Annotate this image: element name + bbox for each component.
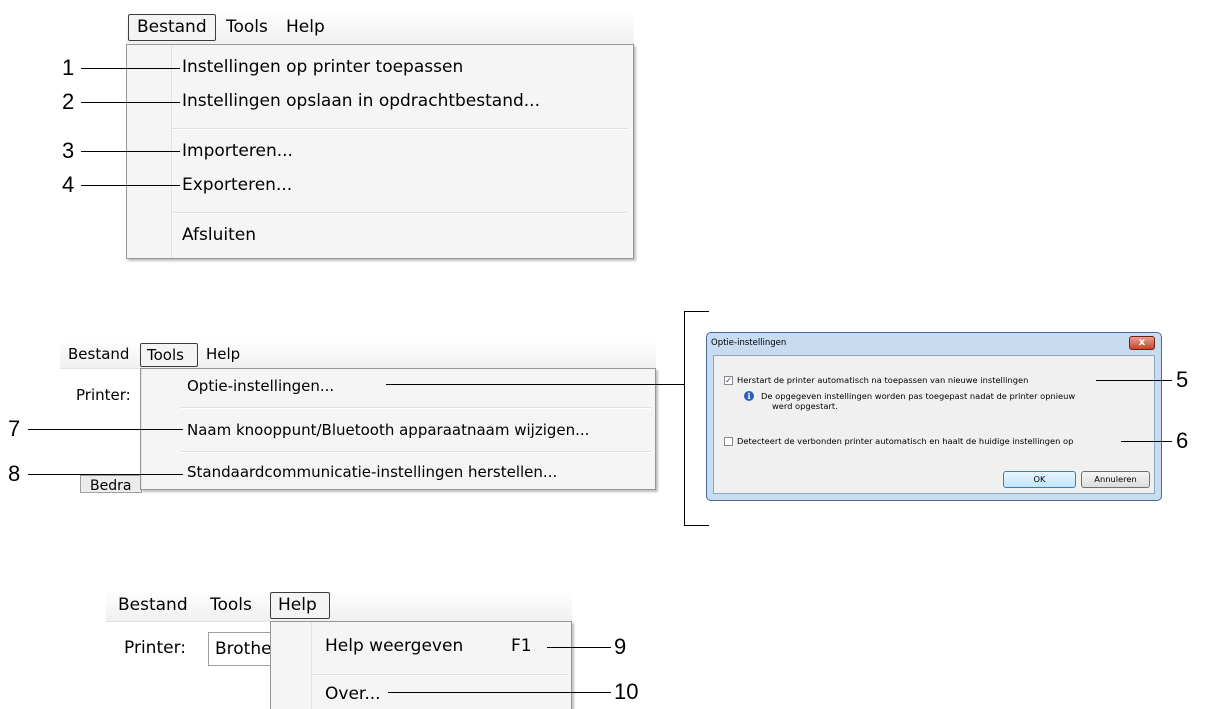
close-icon[interactable]: x [1129,336,1155,350]
menu-tools[interactable]: Tools [210,594,252,616]
restart-printer-checkbox[interactable]: ✓ [724,376,733,385]
menu-item-exit[interactable]: Afsluiten [182,225,256,245]
printer-label: Printer: [124,638,186,658]
callout-4: 4 [62,172,75,197]
menu-item-restore-defaults[interactable]: Standaardcommunicatie-instellingen herst… [187,463,557,481]
menu-bestand[interactable]: Bestand [118,594,188,616]
bracket-top [684,311,709,312]
menu-separator [173,212,627,214]
callout-6: 6 [1176,428,1189,453]
ok-button[interactable]: OK [1003,471,1076,488]
callout-line-3 [81,151,180,152]
menu-tools[interactable]: Tools [226,15,268,40]
callout-line-8 [28,474,183,475]
info-icon: i [744,391,754,401]
menubar-2: Bestand Tools Help [60,340,656,369]
menu-help[interactable]: Help [270,592,330,619]
callout-7: 7 [8,416,21,441]
restart-printer-label: Herstart de printer automatisch na toepa… [737,375,1029,385]
menu-separator [313,674,567,676]
menu-item-apply-settings[interactable]: Instellingen op printer toepassen [182,57,463,77]
callout-8: 8 [8,461,21,486]
restart-note-line2: werd opgestart. [772,401,838,411]
menu-help[interactable]: Help [206,344,240,364]
menu-item-export[interactable]: Exporteren... [182,175,292,195]
dialog-body: ✓ Herstart de printer automatisch na toe… [713,355,1155,494]
callout-line-4 [81,185,180,186]
menu-item-rename-node[interactable]: Naam knooppunt/Bluetooth apparaatnaam wi… [187,421,589,439]
callout-line-7 [28,429,183,430]
menubar-1: Bestand Tools Help [126,10,634,45]
callout-line-2 [81,102,180,103]
menu-separator [173,128,627,130]
menu-separator [181,451,651,453]
menu-item-import[interactable]: Importeren... [182,141,293,161]
callout-line-option-settings [386,384,684,385]
detect-printer-label: Detecteert de verbonden printer automati… [737,436,1074,446]
menu-bestand[interactable]: Bestand [68,344,129,364]
menu-item-option-settings[interactable]: Optie-instellingen... [187,377,334,395]
restart-note-line1: De opgegeven instellingen worden pas toe… [761,391,1076,401]
detect-printer-checkbox[interactable] [724,437,733,446]
shortcut-f1: F1 [511,636,532,656]
underlying-tab-label: Bedra [90,478,132,494]
callout-line-9 [547,647,611,648]
printer-select-value: Brothe [215,639,272,659]
callout-line-1 [81,68,180,69]
callout-line-10 [388,692,611,693]
menu-item-save-settings[interactable]: Instellingen opslaan in opdrachtbestand.… [182,91,540,111]
menu-bestand[interactable]: Bestand [128,14,216,41]
help-dropdown: Help weergeven F1 Over... [270,621,572,709]
bestand-dropdown: Instellingen op printer toepassen Instel… [126,44,634,259]
menu-item-about[interactable]: Over... [325,684,381,704]
bracket-vertical [684,311,685,526]
menubar-3: Bestand Tools Help [106,589,572,622]
menu-item-help-view[interactable]: Help weergeven [325,636,463,656]
tools-dropdown: Optie-instellingen... Naam knooppunt/Blu… [140,368,656,490]
callout-5: 5 [1176,367,1189,392]
callout-3: 3 [62,138,75,163]
callout-1: 1 [62,55,75,80]
callout-9: 9 [614,634,627,659]
option-settings-dialog: Optie-instellingen x ✓ Herstart de print… [706,332,1162,501]
callout-10: 10 [614,679,639,704]
dialog-title: Optie-instellingen [711,338,787,348]
menu-separator [181,407,651,409]
menu-gutter [311,622,312,709]
callout-line-5 [1096,380,1172,381]
bracket-bottom [684,525,709,526]
menu-help[interactable]: Help [286,15,325,40]
callout-line-6 [1121,441,1172,442]
printer-label: Printer: [76,386,131,404]
menu-tools[interactable]: Tools [140,343,198,367]
callout-2: 2 [62,89,75,114]
cancel-button[interactable]: Annuleren [1081,471,1150,488]
